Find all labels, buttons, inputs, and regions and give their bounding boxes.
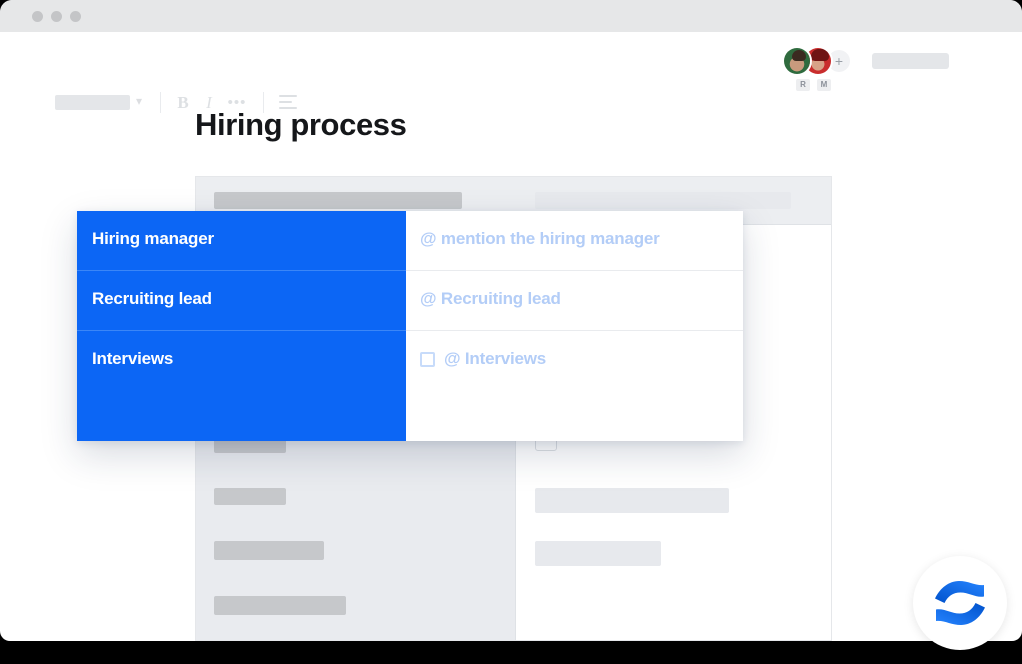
browser-window: ▾ B I ••• R M + Hiring process Hiring ma… (0, 0, 1022, 641)
table-row[interactable]: Recruiting lead @ Recruiting lead (77, 271, 743, 331)
doc-placeholder-bar (535, 541, 661, 566)
table-row[interactable]: Interviews @ Interviews (77, 331, 743, 441)
table-row-value-cell[interactable]: @ mention the hiring manager (406, 211, 743, 271)
doc-placeholder-bar (214, 541, 324, 560)
doc-placeholder-bar (535, 488, 729, 513)
toolbar-divider-1 (160, 92, 161, 113)
table-row-value-cell[interactable]: @ Interviews (406, 331, 743, 441)
hiring-process-table-popup: Hiring manager @ mention the hiring mana… (77, 211, 743, 441)
table-row-label-cell[interactable]: Hiring manager (77, 211, 406, 271)
confluence-logo-badge (913, 556, 1007, 650)
window-minimize-dot[interactable] (51, 11, 62, 22)
bold-button[interactable]: B (174, 92, 192, 113)
text-style-select[interactable] (55, 95, 130, 110)
table-row-label: Interviews (92, 349, 174, 368)
confluence-logo (935, 581, 985, 625)
table-row-label-cell[interactable]: Recruiting lead (77, 271, 406, 331)
table-row-label-cell[interactable]: Interviews (77, 331, 406, 441)
window-titlebar (0, 0, 1022, 32)
avatar-badge-r: R (796, 79, 810, 91)
window-maximize-dot[interactable] (70, 11, 81, 22)
table-row-label: Hiring manager (92, 229, 214, 248)
doc-placeholder-bar (214, 488, 286, 505)
table-row-label: Recruiting lead (92, 289, 212, 308)
avatar-badge-m: M (817, 79, 831, 91)
chevron-down-icon[interactable]: ▾ (136, 95, 147, 107)
table-row-value-cell[interactable]: @ Recruiting lead (406, 271, 743, 331)
avatar-photo-r (784, 48, 810, 74)
table-row[interactable]: Hiring manager @ mention the hiring mana… (77, 211, 743, 271)
table-row-value: @ Interviews (444, 349, 547, 368)
align-line-2 (279, 101, 292, 103)
avatar-r[interactable] (782, 46, 812, 76)
align-line-1 (279, 95, 297, 97)
collaborators-group: R M + (762, 32, 1022, 91)
doc-placeholder-bar (214, 192, 462, 209)
share-button-placeholder[interactable] (872, 53, 949, 69)
doc-placeholder-bar (535, 192, 791, 209)
doc-placeholder-bar (214, 596, 346, 615)
page-title: Hiring process (195, 107, 407, 142)
interviews-checkbox[interactable] (420, 352, 435, 367)
window-close-dot[interactable] (32, 11, 43, 22)
table-row-value: @ Recruiting lead (420, 289, 561, 308)
table-row-value: @ mention the hiring manager (420, 229, 660, 248)
